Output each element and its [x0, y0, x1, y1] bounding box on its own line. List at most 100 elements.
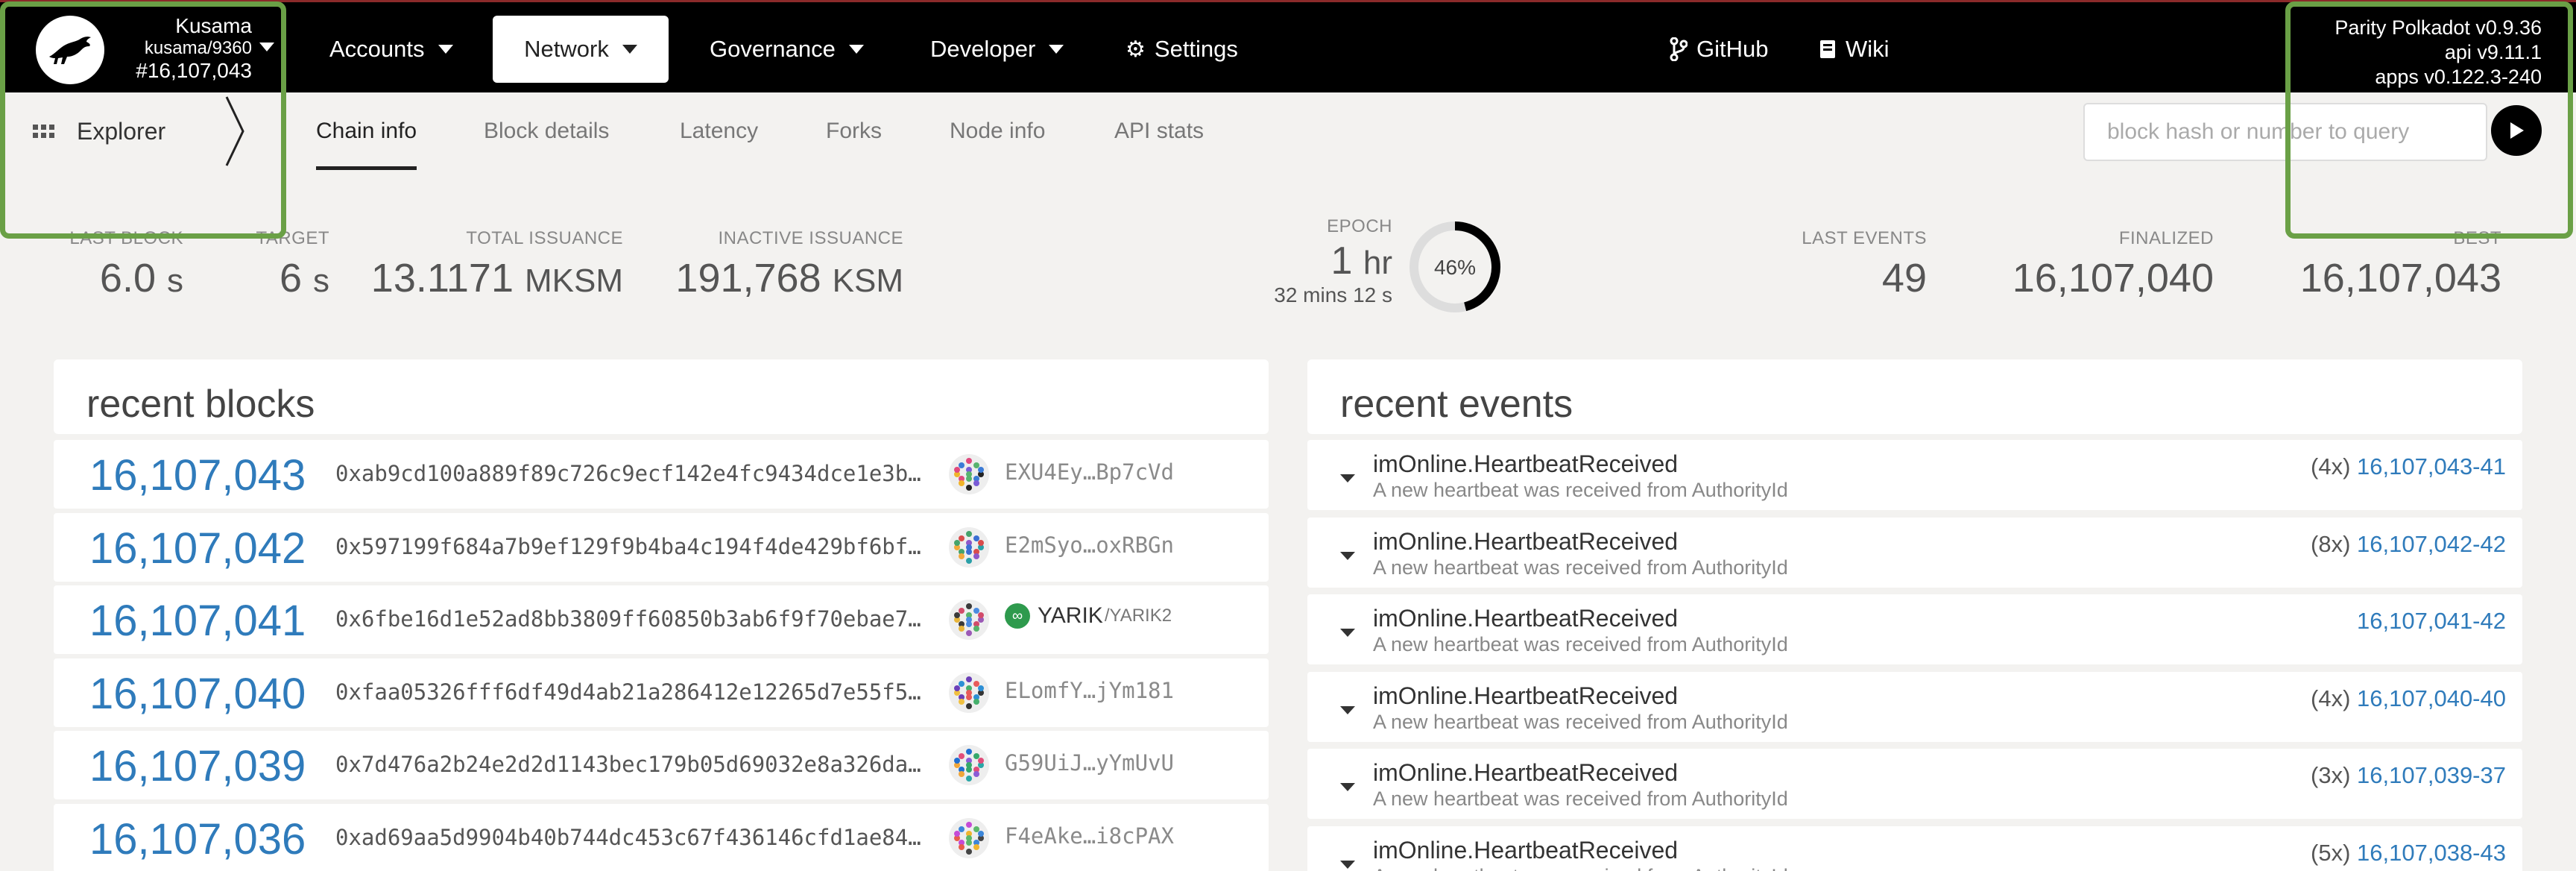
tab-node-info[interactable]: Node info	[950, 92, 1045, 170]
event-description: A new heartbeat was received from Author…	[1373, 787, 1788, 810]
chevron-down-icon[interactable]	[1340, 474, 1355, 482]
stat-unit: KSM	[832, 262, 903, 299]
event-count: (5x)	[2311, 839, 2358, 866]
tab-forks[interactable]: Forks	[826, 92, 882, 170]
event-block-link[interactable]: 16,107,043-41	[2357, 453, 2506, 479]
event-block-link[interactable]: 16,107,040-40	[2357, 685, 2506, 711]
identicon-icon[interactable]	[948, 817, 990, 859]
block-number-link[interactable]: 16,107,041	[89, 596, 306, 646]
block-number-link[interactable]: 16,107,036	[89, 814, 306, 864]
block-row: 16,107,041 0x6fbe16d1e52ad8bb3809ff60850b…	[54, 585, 1269, 654]
stat-last-block: LAST BLOCK 6.0 s	[69, 228, 183, 301]
stat-last-events: LAST EVENTS 49	[1802, 228, 1927, 301]
tab-block-details[interactable]: Block details	[484, 92, 609, 170]
event-row[interactable]: imOnline.HeartbeatReceivedA new heartbea…	[1307, 594, 2522, 664]
block-author[interactable]: EXU4Ey…Bp7cVd	[1005, 459, 1174, 485]
stat-best: BEST 16,107,043	[2300, 228, 2501, 301]
stat-value: 13.1171	[370, 256, 514, 301]
menu-governance[interactable]: Governance	[680, 16, 894, 83]
link-github[interactable]: GitHub	[1640, 16, 1798, 83]
tab-api-stats[interactable]: API stats	[1114, 92, 1204, 170]
identicon-icon[interactable]	[948, 526, 990, 568]
event-name: imOnline.HeartbeatReceived	[1373, 759, 1679, 786]
block-row: 16,107,040 0xfaa05326fff6df49d4ab21a28641…	[54, 658, 1269, 727]
block-number-link[interactable]: 16,107,039	[89, 741, 306, 791]
gears-icon: ⚙	[1126, 37, 1146, 62]
epoch-value: 1	[1330, 239, 1353, 283]
menu-settings-label: Settings	[1154, 36, 1238, 62]
event-row[interactable]: imOnline.HeartbeatReceivedA new heartbea…	[1307, 671, 2522, 742]
event-reference: (8x) 16,107,042-42	[2311, 531, 2506, 558]
stat-value: 16,107,043	[2299, 256, 2501, 301]
event-count: (4x)	[2311, 453, 2358, 479]
recent-blocks-title: recent blocks	[86, 383, 315, 426]
chevron-down-icon[interactable]	[1340, 629, 1355, 637]
stat-unit: s	[313, 262, 329, 299]
stat-label: FINALIZED	[2118, 228, 2214, 248]
event-row[interactable]: imOnline.HeartbeatReceivedA new heartbea…	[1307, 517, 2522, 588]
epoch-percent: 46%	[1434, 256, 1476, 279]
menu-developer[interactable]: Developer	[900, 16, 1093, 83]
tab-latency[interactable]: Latency	[680, 92, 758, 170]
event-row[interactable]: imOnline.HeartbeatReceivedA new heartbea…	[1307, 826, 2522, 871]
event-reference: (3x) 16,107,039-37	[2311, 762, 2506, 789]
tab-chain-info[interactable]: Chain info	[316, 92, 417, 170]
chevron-down-icon[interactable]	[1340, 551, 1355, 560]
event-description: A new heartbeat was received from Author…	[1373, 479, 1788, 501]
event-block-link[interactable]: 16,107,041-42	[2357, 608, 2506, 634]
identicon-icon[interactable]	[948, 453, 990, 495]
stat-label: EPOCH	[1327, 216, 1392, 236]
block-hash: 0x6fbe16d1e52ad8bb3809ff60850b3ab6f9f70e…	[335, 606, 921, 632]
chevron-down-icon[interactable]	[1340, 860, 1355, 869]
block-author[interactable]: G59UiJ…yYmUvU	[1005, 750, 1174, 776]
event-count: (4x)	[2311, 685, 2358, 711]
top-navigation-bar: Kusama kusama/9360 #16,107,043 Accounts …	[0, 0, 2576, 92]
block-row: 16,107,043 0xab9cd100a889f89c726c9ecf142e…	[54, 440, 1269, 509]
event-name: imOnline.HeartbeatReceived	[1373, 682, 1679, 709]
block-number-link[interactable]: 16,107,040	[89, 669, 306, 719]
menu-network-label: Network	[524, 36, 609, 62]
event-row[interactable]: imOnline.HeartbeatReceivedA new heartbea…	[1307, 749, 2522, 819]
block-author[interactable]: F4eAke…i8cPAX	[1005, 823, 1174, 849]
event-description: A new heartbeat was received from Author…	[1373, 865, 1788, 871]
block-author[interactable]: E2mSyo…oxRBGn	[1005, 532, 1174, 558]
stat-value: 6.0	[99, 256, 156, 301]
github-label: GitHub	[1696, 36, 1769, 62]
chevron-down-icon[interactable]	[1340, 705, 1355, 714]
identicon-icon[interactable]	[948, 744, 990, 786]
event-block-link[interactable]: 16,107,039-37	[2357, 762, 2506, 788]
author-sub-identity: /YARIK2	[1104, 606, 1172, 626]
block-row: 16,107,039 0x7d476a2b24e2d2d1143bec179b05…	[54, 731, 1269, 799]
event-name: imOnline.HeartbeatReceived	[1373, 605, 1679, 632]
block-author[interactable]: ELomfY…jYm181	[1005, 678, 1174, 703]
stat-epoch: EPOCH 1 hr 32 mins 12 s 46%	[1252, 216, 1506, 321]
chevron-down-icon[interactable]	[1340, 783, 1355, 791]
stat-value: 191,768	[675, 256, 821, 301]
block-hash: 0x7d476a2b24e2d2d1143bec179b05d69032e8a3…	[335, 752, 921, 777]
code-branch-icon	[1670, 37, 1688, 61]
event-name: imOnline.HeartbeatReceived	[1373, 450, 1679, 477]
event-block-link[interactable]: 16,107,038-43	[2357, 840, 2506, 866]
identicon-icon[interactable]	[948, 672, 990, 714]
event-reference: (4x) 16,107,040-40	[2311, 685, 2506, 712]
menu-accounts[interactable]: Accounts	[300, 16, 483, 83]
link-wiki[interactable]: Wiki	[1789, 16, 1919, 83]
stat-unit: s	[167, 262, 183, 299]
identicon-icon[interactable]	[948, 599, 990, 641]
author-identity-name: YARIK	[1038, 603, 1103, 628]
stat-value: 49	[1881, 256, 1927, 301]
chevron-down-icon	[1049, 45, 1064, 54]
block-number-link[interactable]: 16,107,042	[89, 523, 306, 573]
block-author[interactable]: ∞ YARIK/YARIK2	[1005, 603, 1172, 629]
menu-developer-label: Developer	[930, 36, 1036, 62]
block-number-link[interactable]: 16,107,043	[89, 450, 306, 500]
highlight-box	[0, 1, 286, 239]
stat-inactive-issuance: INACTIVE ISSUANCE 191,768 KSM	[675, 228, 903, 301]
event-description: A new heartbeat was received from Author…	[1373, 710, 1788, 733]
event-count: (8x)	[2311, 530, 2358, 557]
event-block-link[interactable]: 16,107,042-42	[2357, 531, 2506, 557]
menu-settings[interactable]: ⚙ Settings	[1096, 16, 1268, 83]
menu-network[interactable]: Network	[493, 16, 669, 83]
event-row[interactable]: imOnline.HeartbeatReceivedA new heartbea…	[1307, 440, 2522, 510]
event-reference: (4x) 16,107,043-41	[2311, 453, 2506, 480]
